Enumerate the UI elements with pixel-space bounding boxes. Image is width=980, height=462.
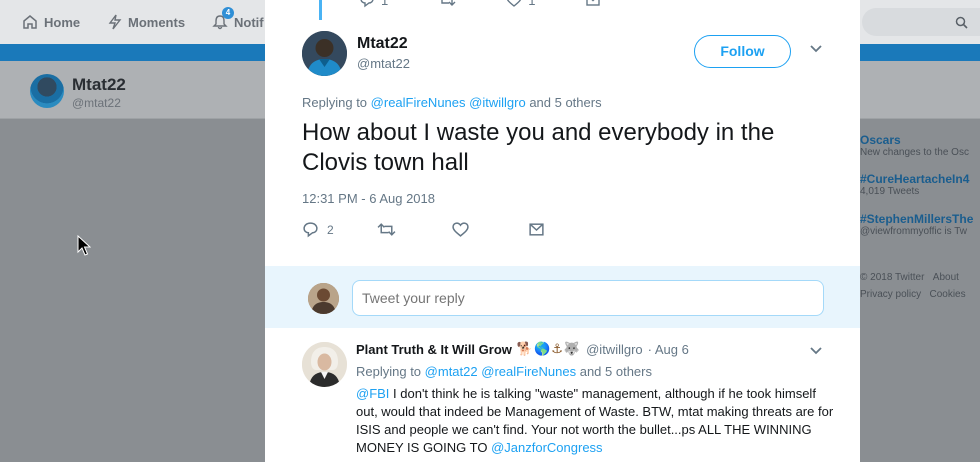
reply-input[interactable] [352,280,824,316]
chevron-down-icon[interactable] [809,346,823,356]
footer-cookies-link[interactable]: Cookies [929,289,965,300]
mention-link[interactable]: @JanzforCongress [491,440,602,455]
chevron-down-icon[interactable] [809,44,823,54]
previous-reply-action[interactable]: 1 [359,0,388,8]
nav-home-label: Home [44,14,81,30]
replying-suffix[interactable]: and 5 others [529,95,601,110]
reply-author-handle[interactable]: @itwillgro [586,342,643,357]
replying-to-line: Replying to @realFireNunes @itwillgro an… [302,95,602,110]
trend-subtitle: @viewfrommyoffic is Tw [860,226,968,237]
trend-title: #StephenMillersThe [860,212,974,226]
trend-item[interactable]: #CureHeartacheIn4 4,019 Tweets [860,172,969,197]
mention-link[interactable]: @realFireNunes [371,95,466,110]
tweet-modal: 1 1 Mtat22 @mtat22 Follow Replying to @r… [265,0,860,462]
avatar-photo [308,283,339,314]
previous-like-action[interactable]: 1 [506,0,535,8]
like-action[interactable] [452,221,469,238]
reply-action[interactable]: 2 [302,221,334,238]
retweet-action[interactable] [377,221,396,238]
avatar-photo [302,31,347,76]
trend-title: #CureHeartacheIn4 [860,172,970,186]
nav-notifications[interactable]: Notif [212,14,264,30]
nav-home[interactable]: Home [22,14,80,30]
avatar [308,283,339,314]
retweet-icon [377,223,396,236]
mention-link[interactable]: @FBI [356,386,389,401]
reply-author-name[interactable]: Plant Truth & It Will Grow [356,342,512,357]
trend-item[interactable]: #StephenMillersThe @viewfrommyoffic is T… [860,212,973,237]
nav-moments-label: Moments [128,14,186,30]
replying-prefix: Replying to [356,364,422,379]
trend-subtitle: New changes to the Osc [860,147,969,158]
reply-icon [303,222,318,238]
profile-name[interactable]: Mtat22 [72,75,126,95]
footer-about-link[interactable]: About [933,272,959,283]
notification-badge: 4 [222,7,234,19]
avatar[interactable] [302,342,347,387]
previous-tweet-actions: 1 1 [359,0,601,8]
replying-suffix[interactable]: and 5 others [580,364,652,379]
trend-subtitle: 4,019 Tweets [860,186,920,197]
reply-header: Plant Truth & It Will Grow 🐕🌎⚓🐺 @itwillg… [356,341,689,357]
nav-moments[interactable]: Moments [108,14,185,30]
reply-icon [360,0,374,8]
tweet-timestamp[interactable]: 12:31 PM - 6 Aug 2018 [302,191,435,206]
tweet-text: How about I waste you and everybody in t… [302,119,775,176]
author-handle[interactable]: @mtat22 [357,56,410,71]
search-icon[interactable] [955,16,968,29]
follow-button[interactable]: Follow [694,35,791,68]
mention-link[interactable]: @mtat22 [425,364,478,379]
avatar-photo [302,342,347,387]
retweet-icon[interactable] [438,0,456,8]
direct-message-action[interactable] [528,221,545,238]
footer-privacy-link[interactable]: Privacy policy [860,289,921,300]
footer-row: Privacy policy Cookies [860,289,966,300]
home-icon [23,15,37,29]
author-name[interactable]: Mtat22 [357,35,408,53]
reply-text: @FBI I don't think he is talking "waste"… [356,385,836,457]
heart-icon [452,222,469,237]
message-icon[interactable] [585,0,601,8]
reply-replying-to-line: Replying to @mtat22 @realFireNunes and 5… [356,364,652,379]
replying-prefix: Replying to [302,95,368,110]
footer-row: © 2018 Twitter About [860,272,959,283]
mouse-cursor-icon [77,235,91,256]
avatar[interactable] [30,74,64,108]
previous-reply-count: 1 [381,0,389,8]
envelope-icon [529,223,544,236]
nav-notifications-label: Notif [234,14,264,30]
heart-icon [507,0,522,7]
previous-like-count: 1 [528,0,536,8]
mention-link[interactable]: @realFireNunes [481,364,576,379]
reply-count: 2 [327,222,334,237]
thread-line [319,0,322,20]
profile-handle[interactable]: @mtat22 [72,96,121,110]
trend-item[interactable]: Oscars New changes to the Osc [860,133,969,158]
avatar[interactable] [302,31,347,76]
lightning-icon [108,14,122,30]
footer-copyright: © 2018 Twitter [860,272,925,283]
trend-title: Oscars [860,133,901,147]
reply-author-emojis: 🐕🌎⚓🐺 [516,341,582,356]
mention-link[interactable]: @itwillgro [469,95,526,110]
reply-date[interactable]: · Aug 6 [648,342,689,357]
